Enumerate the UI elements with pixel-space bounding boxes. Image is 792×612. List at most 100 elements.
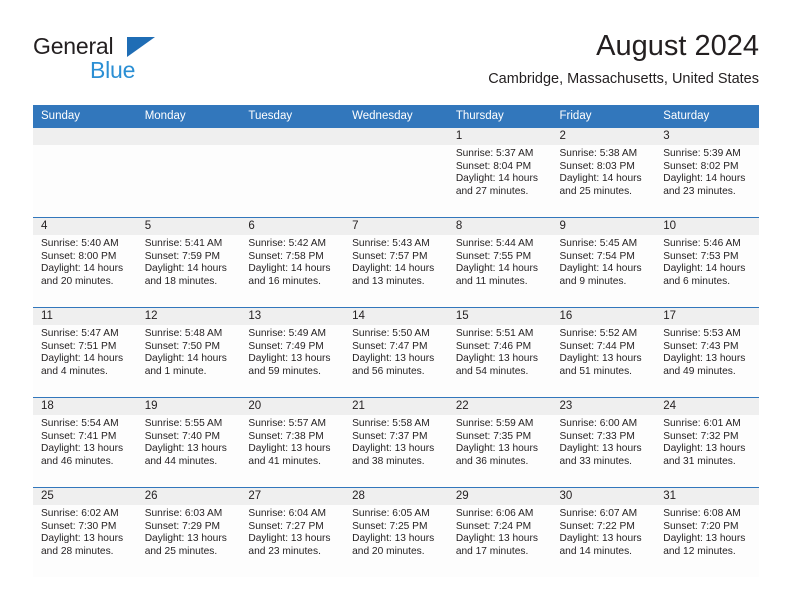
day-number: 1	[447, 128, 552, 145]
day-number: 25	[33, 488, 137, 505]
daylight-text: and 36 minutes.	[455, 455, 529, 467]
calendar-day-cell[interactable]: 3 Sunrise: 5:39 AM Sunset: 8:02 PM Daylight…	[655, 128, 759, 218]
calendar-day-cell[interactable]: 8 Sunrise: 5:44 AM Sunset: 7:55 PM Daylight…	[447, 217, 552, 308]
daylight-text: and 1 minute.	[144, 365, 207, 377]
calendar-day-cell[interactable]: 28 Sunrise: 6:05 AM Sunset: 7:25 PM Dayligh…	[344, 487, 448, 577]
day-number: 24	[655, 398, 759, 415]
calendar-day-cell[interactable]: 19 Sunrise: 5:55 AM Sunset: 7:40 PM Dayligh…	[136, 397, 241, 488]
calendar-day-cell[interactable]: 12 Sunrise: 5:48 AM Sunset: 7:50 PM Dayligh…	[136, 307, 241, 398]
day-details: Sunrise: 5:59 AM Sunset: 7:35 PM Daylight:…	[448, 415, 552, 468]
sunset-text: Sunset: 7:53 PM	[663, 250, 739, 262]
daylight-text: Daylight: 14 hours	[559, 173, 642, 185]
calendar-day-cell[interactable]: 2 Sunrise: 5:38 AM Sunset: 8:03 PM Daylight…	[551, 128, 656, 218]
sunrise-text: Sunrise: 5:43 AM	[352, 238, 430, 249]
weekday-header-thursday: Thursday	[447, 105, 552, 128]
sunrise-text: Sunrise: 5:38 AM	[559, 148, 638, 159]
sunrise-text: Sunrise: 5:52 AM	[559, 328, 638, 339]
day-number: 30	[551, 488, 656, 505]
weekday-header-saturday: Saturday	[655, 105, 759, 128]
calendar-day-cell[interactable]: 18 Sunrise: 5:54 AM Sunset: 7:41 PM Dayligh…	[33, 397, 137, 488]
daylight-text: and 59 minutes.	[248, 365, 321, 377]
calendar-day-cell[interactable]: 27 Sunrise: 6:04 AM Sunset: 7:27 PM Dayligh…	[240, 487, 345, 577]
day-number: 21	[344, 398, 448, 415]
calendar-day-cell[interactable]: 25 Sunrise: 6:02 AM Sunset: 7:30 PM Dayligh…	[33, 487, 137, 577]
calendar-day-cell[interactable]: 16 Sunrise: 5:52 AM Sunset: 7:44 PM Dayligh…	[551, 307, 656, 398]
calendar-day-cell[interactable]: 6 Sunrise: 5:42 AM Sunset: 7:58 PM Daylight…	[240, 217, 345, 308]
calendar-week-row: 25 Sunrise: 6:02 AM Sunset: 7:30 PM Dayligh…	[33, 487, 759, 577]
daylight-text: Daylight: 14 hours	[248, 263, 331, 275]
calendar-day-cell[interactable]: 9 Sunrise: 5:45 AM Sunset: 7:54 PM Daylight…	[551, 217, 656, 308]
day-details: Sunrise: 5:45 AM Sunset: 7:54 PM Daylight:…	[552, 235, 656, 288]
daylight-text: and 31 minutes.	[663, 455, 736, 467]
day-number: 2	[551, 128, 656, 145]
sunset-text: Sunset: 7:41 PM	[41, 430, 117, 442]
sunset-text: Sunset: 7:35 PM	[455, 430, 532, 442]
calendar-day-cell[interactable]: 7 Sunrise: 5:43 AM Sunset: 7:57 PM Daylight…	[344, 217, 448, 308]
day-number: 10	[655, 218, 759, 235]
calendar-day-cell[interactable]: 30 Sunrise: 6:07 AM Sunset: 7:22 PM Dayligh…	[551, 487, 656, 577]
calendar-day-cell[interactable]: 24 Sunrise: 6:01 AM Sunset: 7:32 PM Dayligh…	[655, 397, 759, 488]
calendar-day-cell[interactable]: 14 Sunrise: 5:50 AM Sunset: 7:47 PM Dayligh…	[344, 307, 448, 398]
calendar-day-cell[interactable]: 21 Sunrise: 5:58 AM Sunset: 7:37 PM Dayligh…	[344, 397, 448, 488]
sunrise-text: Sunrise: 6:01 AM	[663, 418, 741, 429]
day-details: Sunrise: 5:54 AM Sunset: 7:41 PM Daylight:…	[33, 415, 137, 468]
calendar-day-cell[interactable]: 11 Sunrise: 5:47 AM Sunset: 7:51 PM Dayligh…	[33, 307, 137, 398]
calendar-day-cell[interactable]: 1 Sunrise: 5:37 AM Sunset: 8:04 PM Daylight…	[447, 128, 552, 218]
calendar-day-cell[interactable]: 22 Sunrise: 5:59 AM Sunset: 7:35 PM Dayligh…	[447, 397, 552, 488]
calendar-week-row: 18 Sunrise: 5:54 AM Sunset: 7:41 PM Dayligh…	[33, 397, 759, 488]
day-details: Sunrise: 5:42 AM Sunset: 7:58 PM Daylight:…	[240, 235, 344, 288]
daylight-text: Daylight: 13 hours	[663, 353, 746, 365]
day-details: Sunrise: 5:58 AM Sunset: 7:37 PM Daylight:…	[344, 415, 448, 468]
sunset-text: Sunset: 7:49 PM	[248, 340, 324, 352]
calendar-day-cell[interactable]: 17 Sunrise: 5:53 AM Sunset: 7:43 PM Dayligh…	[655, 307, 759, 398]
day-number: 11	[33, 308, 137, 325]
brand-name-general: General	[33, 33, 114, 59]
sunset-text: Sunset: 7:57 PM	[352, 250, 428, 262]
day-details: Sunrise: 6:00 AM Sunset: 7:33 PM Daylight:…	[552, 415, 656, 468]
sunrise-text: Sunrise: 5:57 AM	[248, 418, 326, 429]
weekday-header-sunday: Sunday	[33, 105, 137, 128]
day-details: Sunrise: 5:50 AM Sunset: 7:47 PM Daylight:…	[344, 325, 448, 378]
day-details: Sunrise: 5:47 AM Sunset: 7:51 PM Daylight:…	[33, 325, 137, 378]
sunset-text: Sunset: 7:33 PM	[559, 430, 635, 442]
sunrise-text: Sunrise: 6:02 AM	[41, 508, 119, 519]
day-number: 31	[655, 488, 759, 505]
day-number	[240, 128, 345, 145]
daylight-text: and 23 minutes.	[663, 185, 736, 197]
day-details: Sunrise: 5:57 AM Sunset: 7:38 PM Daylight:…	[240, 415, 344, 468]
daylight-text: and 46 minutes.	[41, 455, 114, 467]
calendar-day-cell[interactable]: 20 Sunrise: 5:57 AM Sunset: 7:38 PM Dayligh…	[240, 397, 345, 488]
sunset-text: Sunset: 8:02 PM	[663, 160, 739, 172]
sunrise-text: Sunrise: 6:06 AM	[455, 508, 534, 519]
calendar-day-cell[interactable]: 15 Sunrise: 5:51 AM Sunset: 7:46 PM Dayligh…	[447, 307, 552, 398]
calendar-day-cell[interactable]: 23 Sunrise: 6:00 AM Sunset: 7:33 PM Dayligh…	[551, 397, 656, 488]
calendar-week-row: 4 Sunrise: 5:40 AM Sunset: 8:00 PM Daylight…	[33, 217, 759, 308]
sunset-text: Sunset: 7:20 PM	[663, 520, 739, 532]
calendar-day-cell[interactable]: 31 Sunrise: 6:08 AM Sunset: 7:20 PM Dayligh…	[655, 487, 759, 577]
calendar-day-cell[interactable]: 4 Sunrise: 5:40 AM Sunset: 8:00 PM Daylight…	[33, 217, 137, 308]
sunset-text: Sunset: 7:46 PM	[455, 340, 532, 352]
day-details: Sunrise: 6:01 AM Sunset: 7:32 PM Daylight:…	[655, 415, 759, 468]
day-number: 19	[136, 398, 241, 415]
day-number: 27	[240, 488, 345, 505]
daylight-text: and 25 minutes.	[144, 545, 218, 557]
sunset-text: Sunset: 8:03 PM	[559, 160, 635, 172]
calendar-day-cell[interactable]: 10 Sunrise: 5:46 AM Sunset: 7:53 PM Dayligh…	[655, 217, 759, 308]
sunrise-text: Sunrise: 5:41 AM	[144, 238, 223, 249]
sunset-text: Sunset: 7:32 PM	[663, 430, 739, 442]
brand-logo[interactable]: General Blue	[33, 33, 213, 89]
calendar-day-cell[interactable]: 26 Sunrise: 6:03 AM Sunset: 7:29 PM Dayligh…	[136, 487, 241, 577]
day-number: 22	[447, 398, 552, 415]
daylight-text: Daylight: 13 hours	[663, 533, 746, 545]
day-number: 7	[344, 218, 448, 235]
calendar-day-cell[interactable]: 29 Sunrise: 6:06 AM Sunset: 7:24 PM Dayligh…	[447, 487, 552, 577]
day-details: Sunrise: 5:43 AM Sunset: 7:57 PM Daylight:…	[344, 235, 448, 288]
calendar-day-cell[interactable]: 13 Sunrise: 5:49 AM Sunset: 7:49 PM Dayligh…	[240, 307, 345, 398]
daylight-text: Daylight: 14 hours	[41, 353, 124, 365]
calendar-day-cell[interactable]: 5 Sunrise: 5:41 AM Sunset: 7:59 PM Daylight…	[136, 217, 241, 308]
daylight-text: and 49 minutes.	[663, 365, 736, 377]
weekday-header-friday: Friday	[551, 105, 656, 128]
page-title: August 2024	[596, 30, 759, 62]
daylight-text: and 20 minutes.	[352, 545, 425, 557]
day-details: Sunrise: 5:46 AM Sunset: 7:53 PM Daylight:…	[655, 235, 759, 288]
